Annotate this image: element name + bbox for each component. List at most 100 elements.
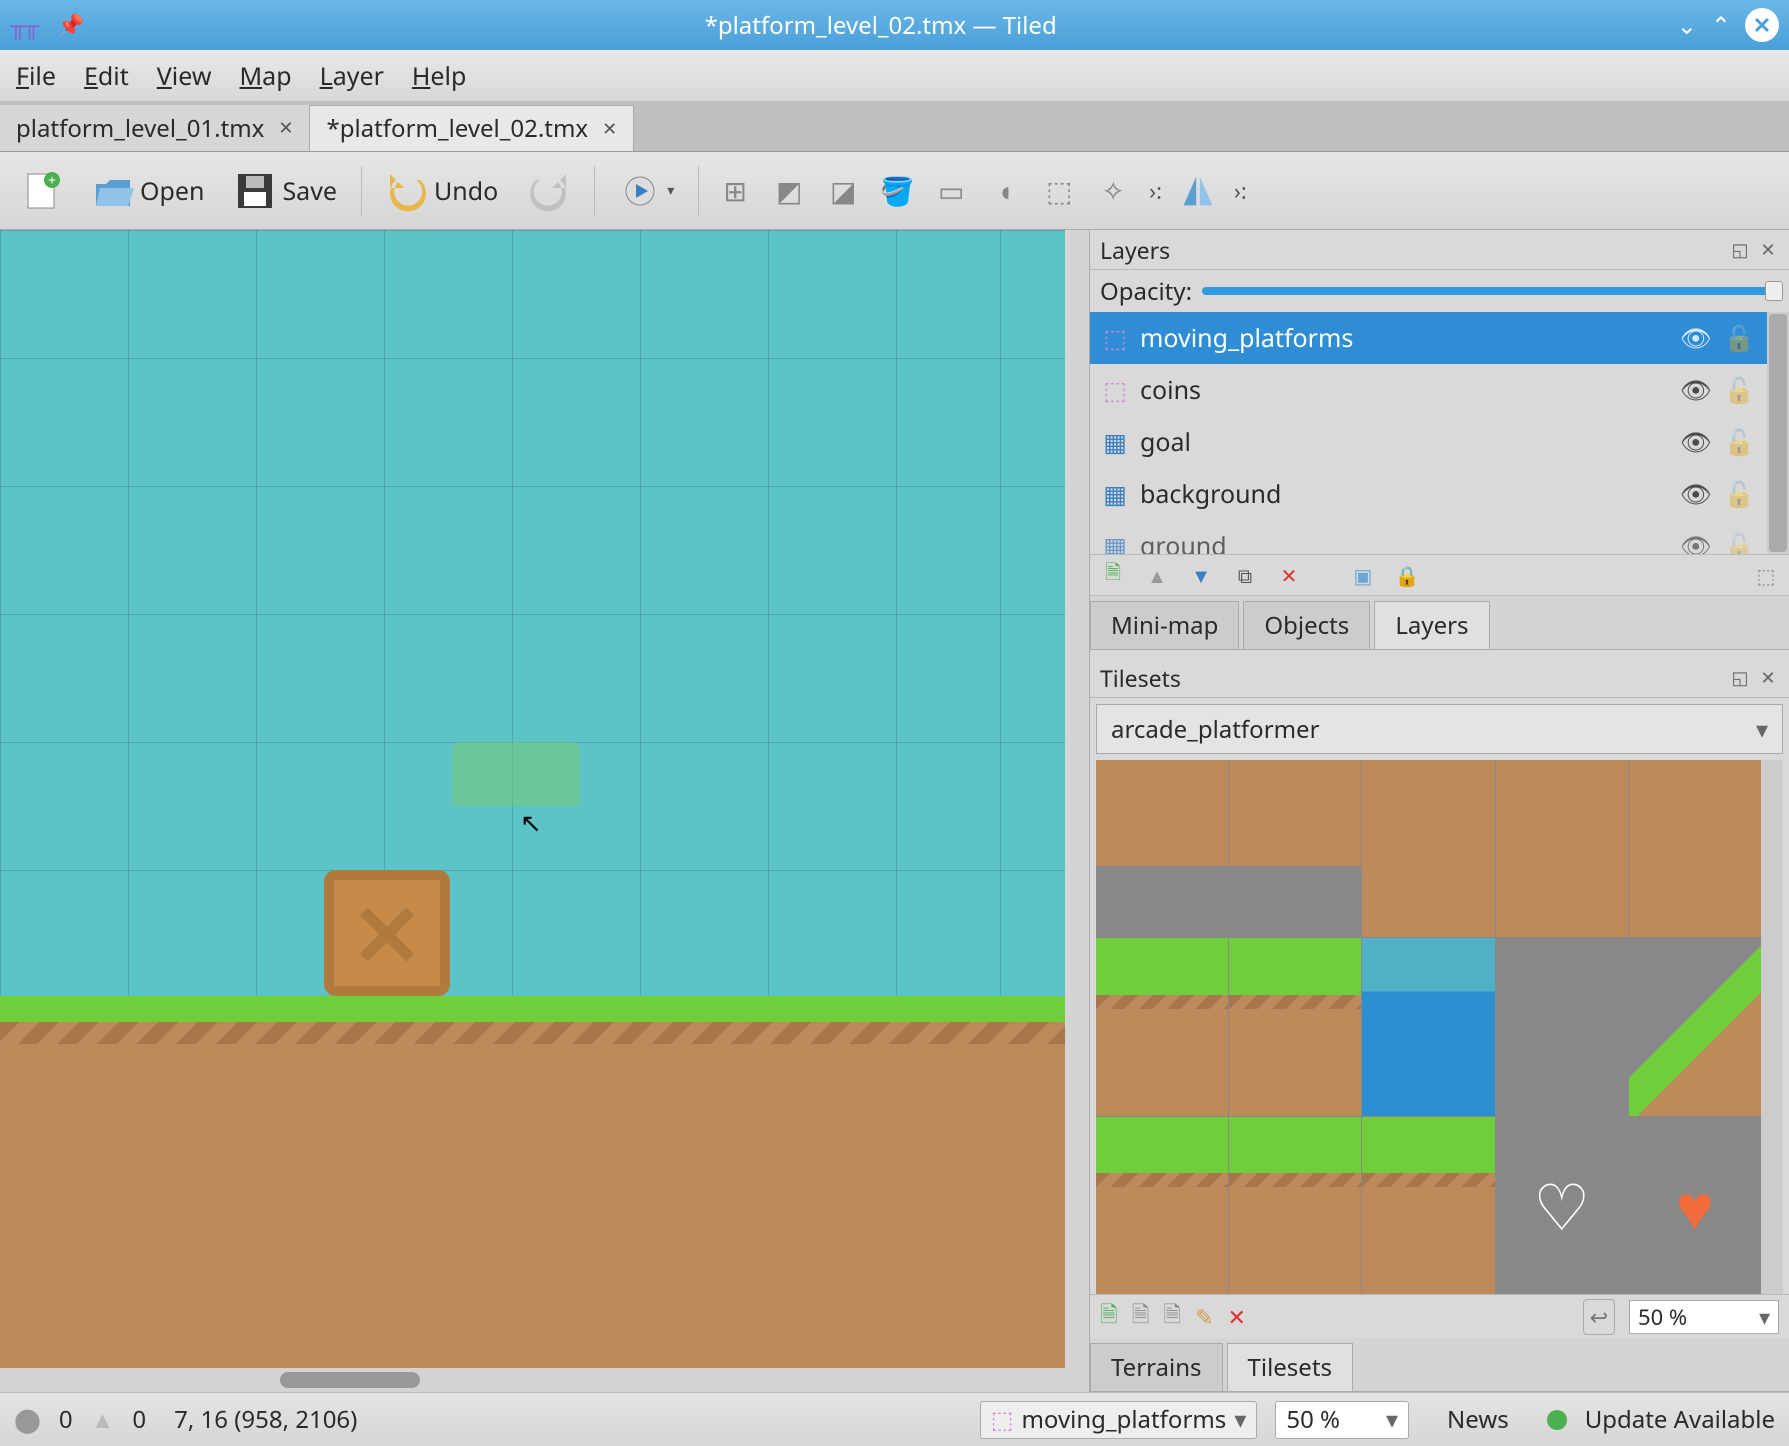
redo-button[interactable] — [522, 163, 576, 219]
current-layer-combo[interactable]: ⬚ moving_platforms ▾ — [980, 1401, 1258, 1439]
canvas-vertical-scrollbar[interactable] — [1065, 230, 1089, 1368]
toolbar-overflow-icon[interactable]: ›: — [1149, 176, 1162, 206]
lock-icon[interactable]: 🔓 — [1724, 321, 1755, 355]
pin-icon[interactable]: 📌 — [57, 10, 84, 40]
chevron-down-icon: ▾ — [667, 181, 674, 200]
menu-layer[interactable]: Layer — [320, 59, 384, 93]
layers-scrollbar[interactable] — [1767, 312, 1789, 554]
layer-row[interactable]: ⬚ coins 👁 🔓 — [1090, 364, 1767, 416]
tileset-scrollbar[interactable] — [1761, 760, 1783, 1294]
visibility-icon[interactable]: 👁 — [1680, 425, 1712, 459]
close-icon[interactable]: ✕ — [278, 116, 293, 140]
layer-row[interactable]: ▦ ground 👁 🔓 — [1090, 520, 1767, 554]
wand-tool-icon[interactable]: ✧ — [1095, 173, 1131, 209]
new-tileset-icon[interactable]: 🗎 — [1100, 1298, 1118, 1336]
crate-object[interactable] — [324, 870, 450, 996]
undo-label: Undo — [434, 174, 498, 208]
zoom-combo[interactable]: 50 % ▾ — [1275, 1401, 1409, 1439]
tilesets-panel-tabs: Terrains Tilesets — [1090, 1338, 1789, 1392]
update-indicator-icon — [1547, 1410, 1567, 1430]
layer-row[interactable]: ⬚ moving_platforms 👁 🔓 — [1090, 312, 1767, 364]
export-tileset-icon[interactable]: 🗎 — [1163, 1298, 1181, 1336]
new-button[interactable]: + — [14, 163, 68, 219]
lock-icon[interactable]: 🔓 — [1724, 373, 1755, 407]
lock-icon[interactable]: 🔓 — [1724, 529, 1755, 554]
duplicate-layer-icon[interactable]: ⧉ — [1232, 562, 1258, 588]
bucket-tool-icon[interactable]: 🪣 — [879, 173, 915, 209]
lock-icon[interactable]: 🔓 — [1724, 477, 1755, 511]
highlight-layer-icon[interactable]: ⬚ — [1753, 562, 1779, 588]
visibility-icon[interactable]: 👁 — [1680, 321, 1712, 355]
layer-row[interactable]: ▦ background 👁 🔓 — [1090, 468, 1767, 520]
eraser-tool-icon[interactable]: ◖ — [987, 173, 1023, 209]
rect-tool-icon[interactable]: ▭ — [933, 173, 969, 209]
terrain-tool-icon[interactable]: ◩ — [771, 173, 807, 209]
menu-map[interactable]: Map — [239, 59, 291, 93]
tileset-selector[interactable]: arcade_platformer ▾ — [1096, 704, 1783, 754]
close-icon[interactable]: ✕ — [602, 117, 617, 141]
menu-view[interactable]: View — [157, 59, 212, 93]
menu-file[interactable]: File — [16, 59, 56, 93]
zoom-value: 50 % — [1286, 1403, 1340, 1436]
tab-objects[interactable]: Objects — [1243, 601, 1370, 649]
svg-text:+: + — [48, 171, 56, 190]
update-link[interactable]: Update Available — [1585, 1403, 1775, 1436]
close-panel-icon[interactable]: ✕ — [1757, 239, 1779, 261]
tile-layer-icon: ▦ — [1102, 425, 1128, 459]
visibility-icon[interactable]: 👁 — [1680, 477, 1712, 511]
tileset-zoom-value: 50 % — [1638, 1302, 1687, 1332]
fill-tool-icon[interactable]: ◪ — [825, 173, 861, 209]
error-count: 0 — [59, 1403, 73, 1436]
document-tab[interactable]: platform_level_01.tmx ✕ — [0, 105, 310, 151]
flip-tool-icon[interactable] — [1180, 173, 1216, 209]
tab-layers[interactable]: Layers — [1374, 601, 1489, 649]
tileset-canvas[interactable]: ♡♥ — [1096, 760, 1761, 1294]
delete-tileset-icon[interactable]: ✕ — [1228, 1302, 1246, 1332]
close-panel-icon[interactable]: ✕ — [1757, 667, 1779, 689]
statusbar: ⬤ 0 ▲ 0 7, 16 (958, 2106) ⬚ moving_platf… — [0, 1392, 1789, 1446]
layer-other-icon[interactable]: ▣ — [1350, 562, 1376, 588]
menu-edit[interactable]: Edit — [84, 59, 129, 93]
visibility-icon[interactable]: 👁 — [1680, 373, 1712, 407]
close-window-button[interactable]: ✕ — [1745, 8, 1779, 42]
tab-minimap[interactable]: Mini-map — [1090, 601, 1239, 649]
layer-up-icon[interactable]: ▲ — [1144, 562, 1170, 588]
opacity-slider[interactable] — [1202, 287, 1779, 295]
warning-icon[interactable]: ▲ — [91, 1403, 115, 1436]
layer-down-icon[interactable]: ▼ — [1188, 562, 1214, 588]
lock-icon[interactable]: 🔓 — [1724, 425, 1755, 459]
select-tool-icon[interactable]: ⬚ — [1041, 173, 1077, 209]
lock-all-icon[interactable]: 🔒 — [1394, 562, 1420, 588]
tab-terrains[interactable]: Terrains — [1090, 1343, 1223, 1391]
toolbar-overflow-icon[interactable]: ›: — [1234, 176, 1247, 206]
canvas-horizontal-scrollbar[interactable] — [0, 1368, 1089, 1392]
edit-tileset-icon[interactable]: ✎ — [1195, 1302, 1213, 1332]
command-button[interactable]: ▾ — [613, 163, 680, 219]
chevron-down-icon: ▾ — [1386, 1403, 1398, 1436]
maximize-icon[interactable]: ⌃ — [1711, 9, 1731, 42]
menubar: File Edit View Map Layer Help — [0, 50, 1789, 102]
menu-help[interactable]: Help — [412, 59, 466, 93]
new-layer-icon[interactable]: 🗎 — [1100, 562, 1126, 588]
save-button[interactable]: Save — [228, 163, 343, 219]
float-panel-icon[interactable]: ◱ — [1729, 667, 1751, 689]
open-button[interactable]: Open — [86, 163, 210, 219]
stamp-tool-icon[interactable]: ⊞ — [717, 173, 753, 209]
news-link[interactable]: News — [1447, 1403, 1509, 1436]
undo-button[interactable]: Undo — [380, 163, 504, 219]
tile-layer-icon: ▦ — [1102, 477, 1128, 511]
embed-tileset-icon[interactable]: 🗎 — [1132, 1298, 1150, 1336]
minimize-icon[interactable]: ⌄ — [1677, 9, 1697, 42]
opacity-row: Opacity: — [1090, 270, 1789, 312]
dynamic-wrap-icon[interactable]: ↩ — [1583, 1299, 1615, 1335]
main-toolbar: + Open Save Undo ▾ ⊞ ◩ ◪ 🪣 ▭ ◖ ⬚ ✧ ›: ›: — [0, 152, 1789, 230]
tab-tilesets[interactable]: Tilesets — [1227, 1343, 1353, 1391]
delete-layer-icon[interactable]: ✕ — [1276, 562, 1302, 588]
document-tab[interactable]: *platform_level_02.tmx ✕ — [310, 105, 634, 151]
error-icon[interactable]: ⬤ — [14, 1403, 41, 1436]
float-panel-icon[interactable]: ◱ — [1729, 239, 1751, 261]
visibility-icon[interactable]: 👁 — [1680, 529, 1712, 554]
map-canvas[interactable]: ↖ — [0, 230, 1065, 1368]
layer-row[interactable]: ▦ goal 👁 🔓 — [1090, 416, 1767, 468]
tileset-zoom-combo[interactable]: 50 % ▾ — [1629, 1300, 1779, 1334]
